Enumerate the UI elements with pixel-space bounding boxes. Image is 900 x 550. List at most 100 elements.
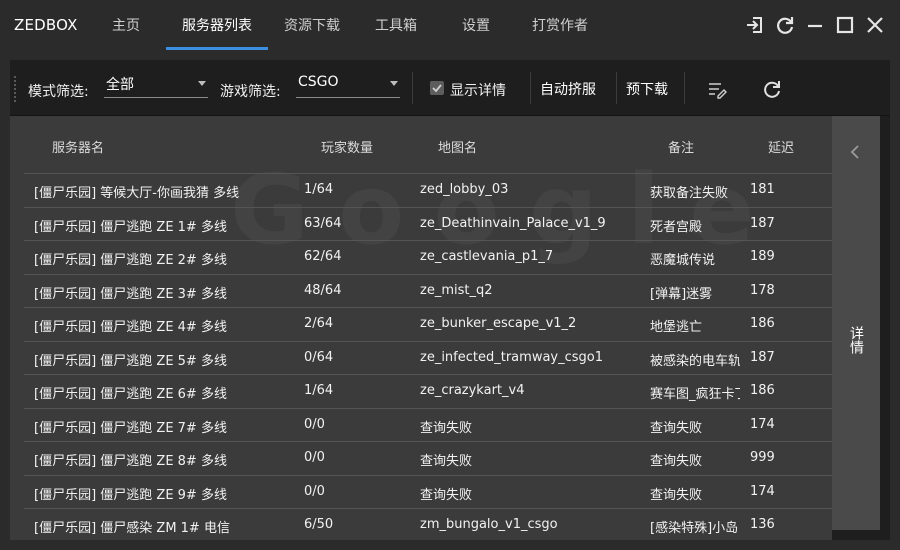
table-row[interactable]: [僵尸乐园] 等候大厅-你画我猜 多线 1/64 zed_lobby_03 获取… [24,173,832,207]
cell-players: 62/64 [304,249,342,264]
column-header-server-name[interactable]: 服务器名 [52,137,104,156]
table-row[interactable]: [僵尸乐园] 僵尸逃跑 ZE 5# 多线 0/64 ze_infected_tr… [24,340,832,375]
cell-players: 1/64 [304,383,334,398]
tab-home[interactable]: 主页 [112,15,140,35]
table-row[interactable]: [僵尸乐园] 僵尸逃跑 ZE 3# 多线 48/64 ze_mist_q2 [弹… [24,273,832,308]
cell-ping: 187 [750,215,775,231]
server-rows: [僵尸乐园] 等候大厅-你画我猜 多线 1/64 zed_lobby_03 获取… [24,173,832,540]
tab-toolbox[interactable]: 工具箱 [375,15,417,35]
edit-list-icon[interactable] [706,78,728,100]
show-details-label[interactable]: 显示详情 [450,80,506,100]
cell-map: 查询失败 [420,420,473,436]
cell-map: ze_bunker_escape_v1_2 [420,316,577,331]
title-bar: ZEDBOX 主页 服务器列表 资源下载 工具箱 设置 打赏作者 [0,0,900,50]
cell-ping: 136 [750,517,775,532]
cell-server-name: [僵尸乐园] 僵尸逃跑 ZE 8# 多线 [34,454,227,469]
game-filter-label: 游戏筛选: [220,84,281,100]
cell-ping: 186 [750,383,775,398]
chevron-down-icon [198,81,206,86]
table-row[interactable]: [僵尸乐园] 僵尸逃跑 ZE 2# 多线 62/64 ze_castlevani… [24,240,832,274]
table-row[interactable]: [僵尸乐园] 僵尸逃跑 ZE 4# 多线 2/64 ze_bunker_esca… [24,307,832,341]
cell-players: 0/0 [304,483,325,499]
mode-filter-label: 模式筛选: [28,84,89,100]
cell-server-name: [僵尸乐园] 僵尸逃跑 ZE 3# 多线 [34,286,227,302]
toolbar-divider [684,72,685,104]
column-header-players[interactable]: 玩家数量 [321,137,373,156]
cell-map: zed_lobby_03 [420,182,509,197]
cell-players: 2/64 [304,316,334,331]
cell-note: [弹幕]迷雾 [650,286,713,302]
cell-note: 查询失败 [650,420,703,436]
tab-resource-download[interactable]: 资源下载 [284,15,340,35]
column-header-note[interactable]: 备注 [668,137,694,156]
active-tab-indicator [166,47,268,50]
cell-note: 被感染的电车轨 [650,353,740,369]
minimize-icon[interactable] [804,14,826,36]
close-icon[interactable] [864,14,886,36]
refresh-list-icon[interactable] [761,78,783,100]
toolbar-grip[interactable] [14,76,16,102]
table-row[interactable]: [僵尸乐园] 僵尸逃跑 ZE 6# 多线 1/64 ze_crazykart_v… [24,374,832,408]
cell-players: 0/0 [304,416,325,432]
cell-ping: 178 [750,282,775,298]
tab-server-list[interactable]: 服务器列表 [182,15,252,35]
detail-panel-toggle[interactable]: 详情 [832,116,880,530]
cell-note: 查询失败 [650,487,703,503]
chevron-left-icon[interactable] [849,144,861,160]
cell-players: 6/50 [304,517,334,532]
cell-map: 查询失败 [420,487,473,503]
panel-edge [880,116,890,540]
cell-server-name: [僵尸乐园] 僵尸逃跑 ZE 2# 多线 [34,253,227,268]
predownload-button[interactable]: 预下载 [626,79,668,99]
cell-map: ze_crazykart_v4 [420,383,525,398]
panel-edge [832,530,880,540]
cell-server-name: [僵尸乐园] 僵尸感染 ZM 1# 电信 [34,521,230,536]
cell-server-name: [僵尸乐园] 僵尸逃跑 ZE 5# 多线 [34,353,227,369]
cell-ping: 999 [750,450,775,465]
toolbar-divider [412,72,413,104]
tab-donate[interactable]: 打赏作者 [532,15,588,35]
game-filter-select[interactable]: CSGO [296,74,400,98]
table-row[interactable]: [僵尸乐园] 僵尸逃跑 ZE 8# 多线 0/0 查询失败 查询失败 999 [24,441,832,475]
cell-note: 查询失败 [650,454,703,469]
table-row[interactable]: [僵尸乐园] 僵尸逃跑 ZE 7# 多线 0/0 查询失败 查询失败 174 [24,407,832,442]
show-details-checkbox[interactable] [430,81,444,95]
cell-ping: 187 [750,349,775,365]
app-title: ZEDBOX [14,16,78,34]
table-row[interactable]: [僵尸乐园] 僵尸感染 ZM 1# 电信 6/50 zm_bungalo_v1_… [24,508,832,540]
cell-players: 48/64 [304,282,342,298]
mode-filter-select[interactable]: 全部 [104,74,208,98]
table-row[interactable]: [僵尸乐园] 僵尸逃跑 ZE 9# 多线 0/0 查询失败 查询失败 174 [24,474,832,509]
cell-server-name: [僵尸乐园] 等候大厅-你画我猜 多线 [34,186,240,201]
auto-join-button[interactable]: 自动挤服 [540,79,596,99]
cell-ping: 174 [750,483,775,499]
cell-server-name: [僵尸乐园] 僵尸逃跑 ZE 6# 多线 [34,387,227,402]
cell-players: 0/0 [304,450,325,465]
cell-players: 1/64 [304,182,334,197]
toolbar-divider [530,72,531,104]
column-header-map[interactable]: 地图名 [438,137,477,156]
maximize-icon[interactable] [834,14,856,36]
cell-ping: 181 [750,182,775,197]
cell-note: [感染特殊]小岛 [650,521,739,536]
cell-ping: 186 [750,316,775,331]
cell-server-name: [僵尸乐园] 僵尸逃跑 ZE 1# 多线 [34,219,227,235]
refresh-icon[interactable] [774,14,796,36]
cell-note: 地堡逃亡 [650,320,703,335]
tab-settings[interactable]: 设置 [462,15,490,35]
toolbar-divider [616,72,617,104]
mode-filter-value: 全部 [106,77,134,93]
cell-map: ze_infected_tramway_csgo1 [420,349,604,365]
cell-map: ze_mist_q2 [420,282,493,298]
table-row[interactable]: [僵尸乐园] 僵尸逃跑 ZE 1# 多线 63/64 ze_Deathinvai… [24,206,832,241]
cell-note: 赛车图_疯狂卡丁 [650,387,740,402]
login-icon[interactable] [744,14,766,36]
cell-players: 63/64 [304,215,342,231]
game-filter-value: CSGO [298,74,339,90]
cell-map: zm_bungalo_v1_csgo [420,517,558,532]
chevron-down-icon [390,81,398,86]
detail-panel-label: 详情 [848,326,864,354]
server-table: G o o g l e 服务器名 玩家数量 地图名 备注 延迟 [僵尸乐园] 等… [10,116,832,540]
column-header-ping[interactable]: 延迟 [768,137,794,156]
cell-map: 查询失败 [420,454,473,469]
